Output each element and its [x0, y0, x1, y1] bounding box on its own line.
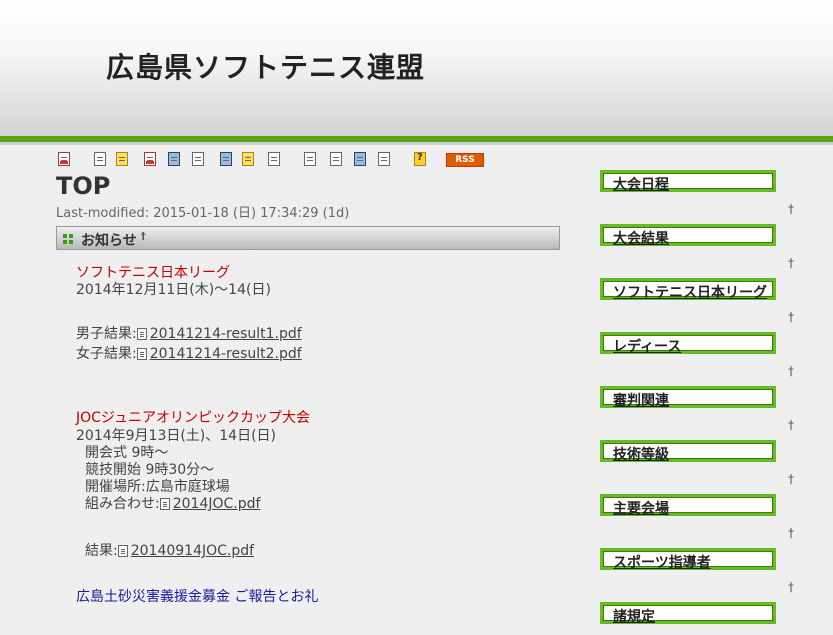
page-top-link[interactable]: † — [788, 256, 794, 270]
file-icon — [136, 328, 147, 340]
file-icon — [117, 545, 128, 557]
joc-result-label: 結果: — [85, 543, 118, 559]
women-result-label: 女子結果: — [76, 346, 137, 362]
section-title-text: お知らせ — [81, 233, 137, 249]
women-result-file-link[interactable]: 20141214-result2.pdf — [150, 346, 302, 362]
attach-icon[interactable] — [192, 152, 204, 166]
women-result-row: 女子結果: 20141214-result2.pdf — [76, 343, 302, 363]
joc-result-file-link[interactable]: 20140914JOC.pdf — [131, 543, 254, 559]
sidebar-item-label: 技術等級 — [613, 447, 669, 463]
page-top-link[interactable]: † — [788, 202, 794, 216]
sidebar-item-label: 大会結果 — [613, 231, 669, 247]
backup-icon[interactable] — [168, 152, 180, 166]
joc-combo-row: 組み合わせ: 2014JOC.pdf — [85, 493, 260, 513]
page-top-link[interactable]: † — [788, 580, 794, 594]
recent-changes-icon[interactable] — [378, 152, 390, 166]
section-title: お知らせ † — [81, 230, 146, 250]
diff-icon[interactable] — [144, 152, 156, 166]
sidebar-item-japan-league[interactable]: ソフトテニス日本リーグ — [600, 278, 776, 301]
page-top-link[interactable]: † — [788, 364, 794, 378]
file-icon — [136, 348, 147, 360]
donation-link[interactable]: 広島土砂災害義援金募金 ご報告とお礼 — [76, 586, 318, 606]
new-page-icon[interactable] — [304, 152, 316, 166]
section-anchor[interactable]: † — [141, 231, 146, 242]
league-date: 2014年12月11日(木)～14(日) — [76, 282, 271, 298]
sidebar-item-referee[interactable]: 審判関連 — [600, 386, 776, 409]
page-title: TOP — [56, 172, 111, 200]
sidebar-item-label: スポーツ指導者 — [613, 555, 711, 571]
men-result-label: 男子結果: — [76, 326, 137, 342]
joc-link[interactable]: JOCジュニアオリンピックカップ大会 — [76, 407, 310, 427]
page-top-link[interactable]: † — [788, 526, 794, 540]
joc-combo-file-link[interactable]: 2014JOC.pdf — [173, 496, 261, 512]
page-top-link[interactable]: † — [788, 472, 794, 486]
section-header: お知らせ † — [56, 226, 560, 250]
sidebar-item-label: 審判関連 — [613, 393, 669, 409]
help-icon-glyph: ? — [417, 152, 423, 163]
sidebar-item-label: 諸規定 — [613, 609, 655, 625]
sidebar-item-label: ソフトテニス日本リーグ — [613, 285, 767, 301]
sidebar-item-sports-instructor[interactable]: スポーツ指導者 — [600, 548, 776, 571]
men-result-row: 男子結果: 20141214-result1.pdf — [76, 323, 302, 343]
copy-icon[interactable] — [220, 152, 232, 166]
top-page-icon[interactable] — [58, 152, 70, 166]
reload-icon[interactable] — [268, 152, 280, 166]
freeze-icon[interactable] — [116, 152, 128, 166]
site-title[interactable]: 広島県ソフトテニス連盟 — [106, 46, 425, 86]
joc-combo-label: 組み合わせ: — [85, 496, 160, 512]
sidebar-item-skill-grade[interactable]: 技術等級 — [600, 440, 776, 463]
sidebar-item-label: 主要会場 — [613, 501, 669, 517]
edit-icon[interactable] — [94, 152, 106, 166]
help-icon[interactable]: ? — [414, 152, 426, 166]
sidebar-item-venues[interactable]: 主要会場 — [600, 494, 776, 517]
sidebar-item-label: レディース — [613, 339, 682, 355]
page-top-link[interactable]: † — [788, 310, 794, 324]
sidebar-item-results[interactable]: 大会結果 — [600, 224, 776, 247]
grid-icon — [63, 234, 73, 244]
rss-button[interactable]: RSS — [446, 153, 484, 167]
site-header: 広島県ソフトテニス連盟 — [0, 0, 833, 138]
file-icon — [159, 498, 170, 510]
page-top-link[interactable]: † — [788, 418, 794, 432]
joc-result-row: 結果: 20140914JOC.pdf — [85, 540, 254, 560]
sidebar-item-regulations[interactable]: 諸規定 — [600, 602, 776, 625]
header-shadow — [0, 142, 833, 145]
search-icon[interactable] — [354, 152, 366, 166]
last-modified: Last-modified: 2015-01-18 (日) 17:34:29 (… — [56, 206, 350, 221]
rename-icon[interactable] — [242, 152, 254, 166]
sidebar-item-schedule[interactable]: 大会日程 — [600, 170, 776, 193]
men-result-file-link[interactable]: 20141214-result1.pdf — [150, 326, 302, 342]
sidebar-item-ladies[interactable]: レディース — [600, 332, 776, 355]
page-list-icon[interactable] — [330, 152, 342, 166]
sidebar-item-label: 大会日程 — [613, 177, 669, 193]
